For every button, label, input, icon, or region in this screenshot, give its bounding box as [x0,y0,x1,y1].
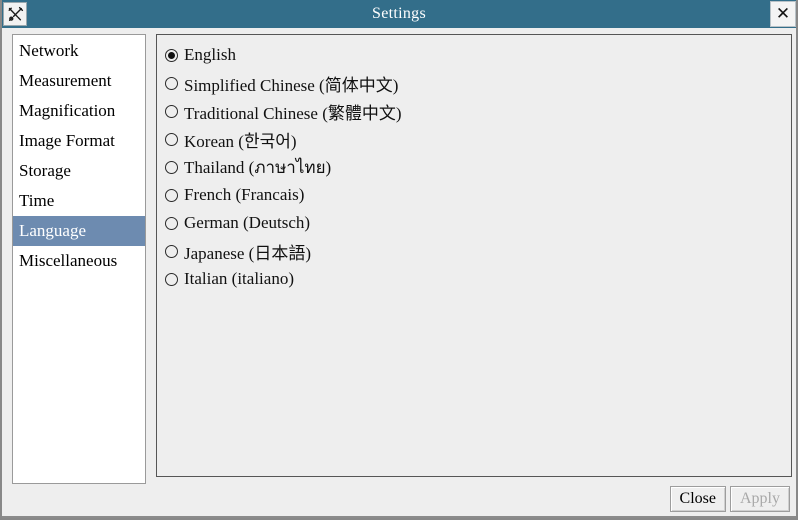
sidebar-item-storage[interactable]: Storage [13,156,145,186]
radio-italian-icon[interactable] [165,272,178,286]
language-option-label: English [184,45,236,64]
title-bar: Settings ✕ [2,0,796,28]
sidebar-item-miscellaneous[interactable]: Miscellaneous [13,246,145,276]
radio-traditional-chinese-icon[interactable] [165,104,178,118]
language-option-label: Traditional Chinese (繁體中文) [184,103,402,123]
radio-french-icon[interactable] [165,188,178,202]
language-option-japanese[interactable]: Japanese (日本語) [165,237,791,265]
sidebar-item-image-format[interactable]: Image Format [13,126,145,156]
sidebar-item-label: Time [19,191,55,210]
tools-icon [3,2,27,26]
language-option-label: French (Francais) [184,185,305,204]
close-icon[interactable]: ✕ [770,1,796,27]
language-option-thailand[interactable]: Thailand (ภาษาไทย) [165,153,791,181]
radio-thailand-icon[interactable] [165,160,178,174]
sidebar-item-label: Measurement [19,71,112,90]
sidebar-item-label: Magnification [19,101,116,120]
language-radio-group[interactable]: English Simplified Chinese (简体中文) Tradit… [157,35,791,293]
language-option-label: German (Deutsch) [184,213,311,232]
window-title: Settings [372,5,426,22]
radio-german-icon[interactable] [165,216,178,230]
sidebar-item-measurement[interactable]: Measurement [13,66,145,96]
close-button[interactable]: Close [669,486,726,512]
language-option-french[interactable]: French (Francais) [165,181,791,209]
sidebar-item-magnification[interactable]: Magnification [13,96,145,126]
language-option-simplified-chinese[interactable]: Simplified Chinese (简体中文) [165,69,791,97]
dialog-footer: Close Apply [669,486,790,512]
settings-window: Settings ✕ Network Measurement Magnifica… [0,0,798,520]
settings-category-list[interactable]: Network Measurement Magnification Image … [12,34,146,484]
sidebar-item-network[interactable]: Network [13,36,145,66]
sidebar-item-label: Language [19,221,87,240]
language-option-german[interactable]: German (Deutsch) [165,209,791,237]
sidebar-item-label: Network [19,41,79,60]
radio-korean-icon[interactable] [165,132,178,146]
sidebar-item-language[interactable]: Language [13,216,145,246]
radio-japanese-icon[interactable] [165,244,178,258]
apply-button[interactable]: Apply [730,486,790,512]
close-glyph: ✕ [775,3,791,24]
radio-simplified-chinese-icon[interactable] [165,76,178,90]
sidebar-item-label: Storage [19,161,71,180]
language-option-korean[interactable]: Korean (한국어) [165,125,791,153]
window-bottom-edge [2,516,796,518]
language-option-label: Simplified Chinese (简体中文) [184,75,399,95]
language-option-english[interactable]: English [165,41,791,69]
language-option-label: Korean (한국어) [184,131,297,151]
language-option-label: Japanese (日本語) [184,243,311,263]
radio-english-icon[interactable] [165,48,178,62]
language-option-label: Italian (italiano) [184,269,294,288]
sidebar-item-label: Miscellaneous [19,251,118,270]
language-settings-panel: English Simplified Chinese (简体中文) Tradit… [156,34,792,477]
window-content: Network Measurement Magnification Image … [2,28,796,518]
sidebar-item-label: Image Format [19,131,115,150]
language-option-traditional-chinese[interactable]: Traditional Chinese (繁體中文) [165,97,791,125]
language-option-italian[interactable]: Italian (italiano) [165,265,791,293]
sidebar-item-time[interactable]: Time [13,186,145,216]
language-option-label: Thailand (ภาษาไทย) [184,157,332,177]
